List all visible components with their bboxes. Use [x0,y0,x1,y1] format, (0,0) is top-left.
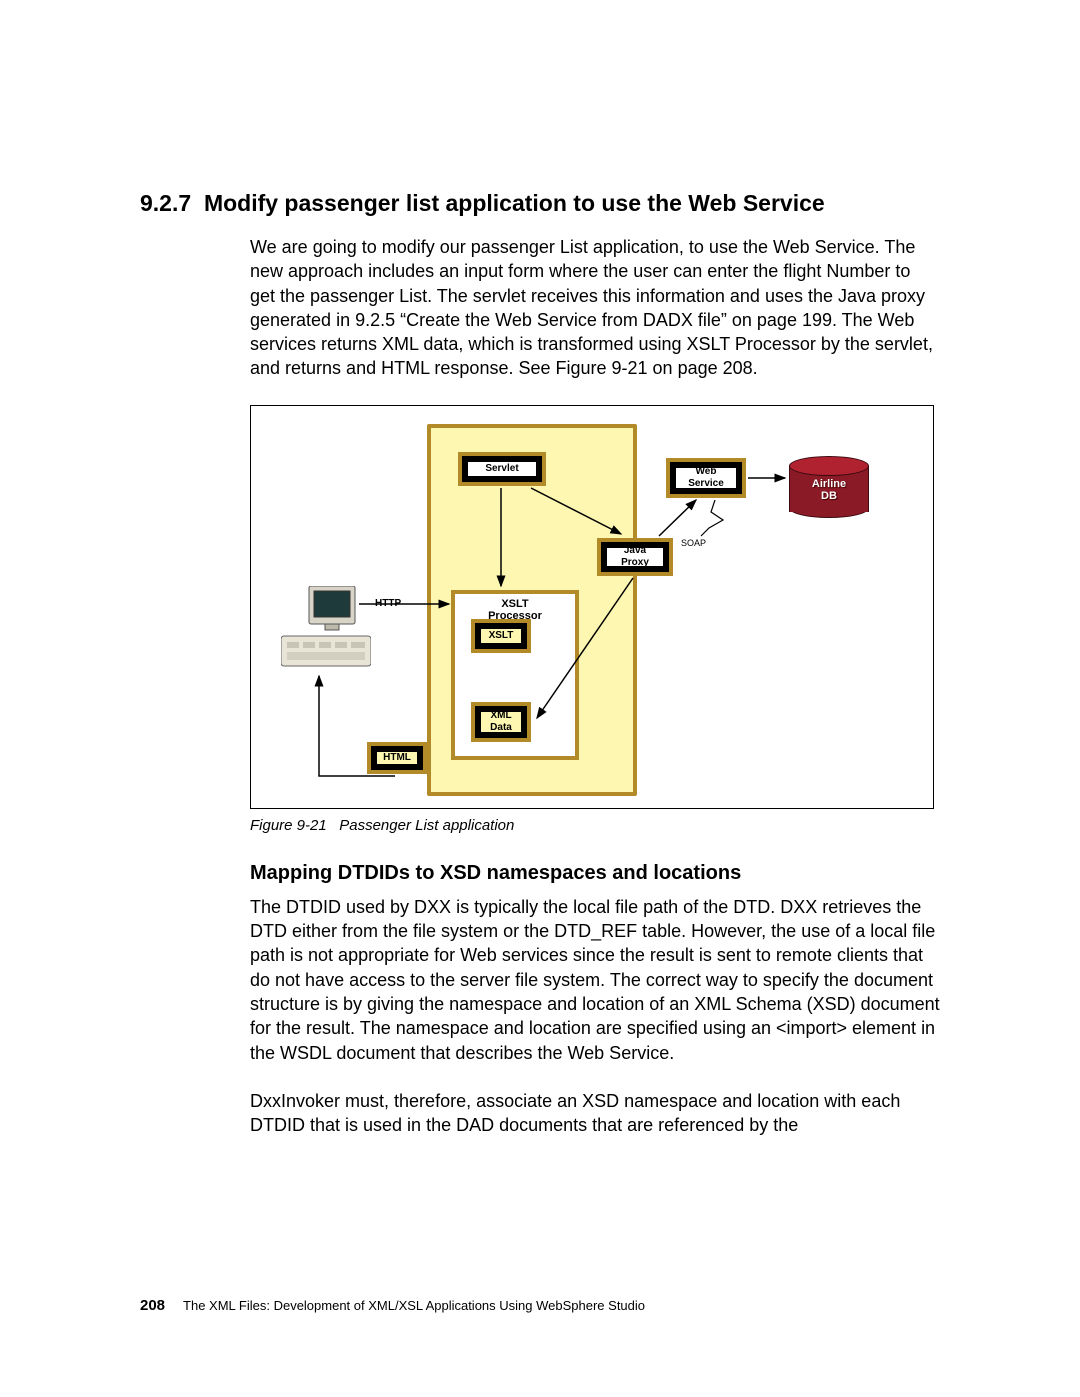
client-computer-icon [281,586,371,672]
figure-caption-text: Passenger List application [339,817,514,834]
html-label: HTML [371,746,423,770]
html-box: HTML [367,742,427,774]
airline-db-icon: Airline DB [789,456,869,514]
subheading-mapping: Mapping DTDIDs to XSD namespaces and loc… [250,862,940,885]
web-service-box: Web Service [666,458,746,498]
page-number: 208 [140,1297,165,1314]
xml-data-label: XML Data [475,706,527,738]
figure-caption: Figure 9-21 Passenger List application [250,817,940,834]
db-label-line1: Airline [812,478,846,490]
servlet-label: Servlet [462,456,542,482]
java-proxy-label: Java Proxy [601,542,669,572]
web-service-label: Web Service [670,462,742,494]
servlet-box: Servlet [458,452,546,486]
soap-label: SOAP [681,538,706,548]
xslt-file-box: XSLT [471,619,531,653]
figure-caption-label: Figure 9-21 [250,817,327,834]
db-label-line2: DB [821,490,837,502]
java-proxy-box: Java Proxy [597,538,673,576]
http-label: HTTP [375,598,401,609]
page-footer: 208 The XML Files: Development of XML/XS… [140,1297,940,1314]
footer-title: The XML Files: Development of XML/XSL Ap… [183,1298,645,1313]
section-heading: 9.2.7 Modify passenger list application … [140,190,940,217]
page: 9.2.7 Modify passenger list application … [0,0,1080,1374]
heading-title: Modify passenger list application to use… [204,190,825,216]
figure-9-21: XSLT Processor Servlet Web Service Java … [250,405,940,809]
xslt-file-label: XSLT [475,623,527,649]
xslt-proc-label-1: XSLT [455,598,575,610]
xml-data-box: XML Data [471,702,531,742]
paragraph-mapping-2: DxxInvoker must, therefore, associate an… [250,1089,940,1138]
heading-number: 9.2.7 [140,190,191,216]
diagram: XSLT Processor Servlet Web Service Java … [250,405,934,809]
paragraph-mapping-1: The DTDID used by DXX is typically the l… [250,895,940,1065]
paragraph-intro: We are going to modify our passenger Lis… [250,235,940,381]
